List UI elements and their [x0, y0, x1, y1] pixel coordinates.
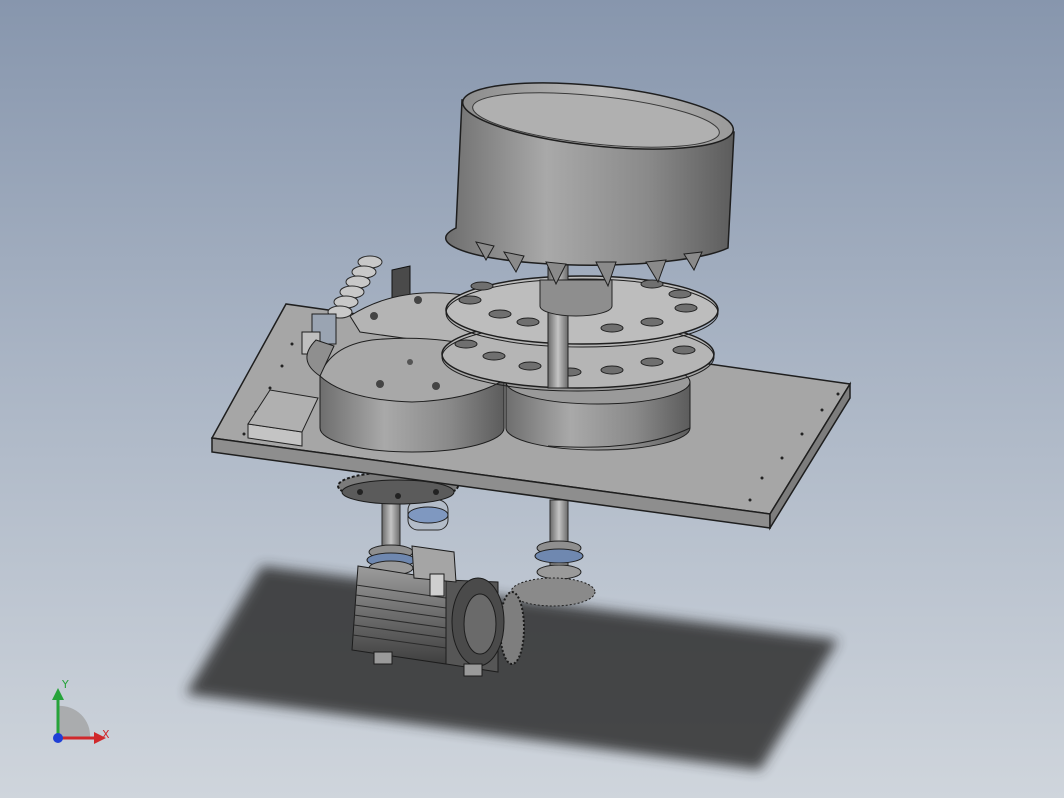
coordinate-triad: Y X	[40, 676, 120, 756]
bearing-shaft-right[interactable]	[510, 499, 596, 607]
cad-viewport[interactable]: Y X	[0, 0, 1064, 798]
triad-axes-icon	[52, 688, 106, 744]
hopper-drum[interactable]	[445, 72, 737, 288]
y-axis-label: Y	[62, 678, 69, 691]
cad-model-render[interactable]	[0, 0, 1064, 798]
z-axis-dot	[53, 733, 63, 743]
x-axis-label: X	[102, 728, 110, 741]
